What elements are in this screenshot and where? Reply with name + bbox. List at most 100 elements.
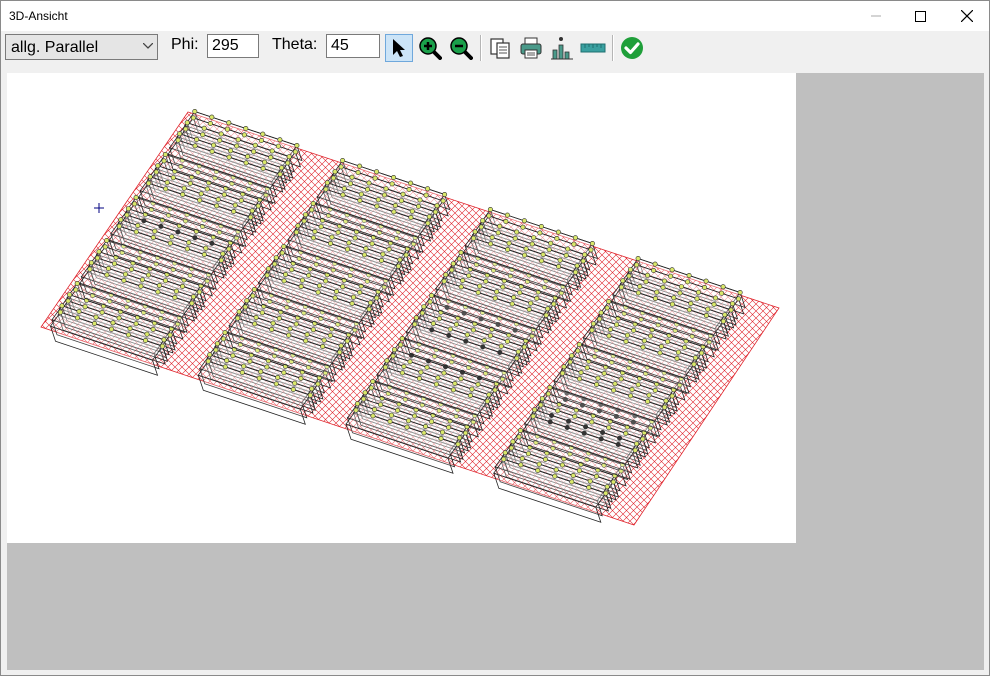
sensor-point xyxy=(57,309,63,315)
sensor-point xyxy=(532,407,538,413)
sensor-point xyxy=(565,246,571,252)
minimize-button[interactable] xyxy=(853,1,898,31)
sensor-point xyxy=(551,301,557,307)
sensor-point xyxy=(143,337,149,343)
sensor-point xyxy=(547,384,553,390)
sensor-point xyxy=(494,289,500,295)
sensor-point xyxy=(629,386,635,392)
sensor-point xyxy=(235,137,241,143)
sensor-point xyxy=(164,180,170,186)
sensor-point xyxy=(234,143,240,149)
sensor-point xyxy=(282,272,288,278)
close-button[interactable] xyxy=(944,1,989,31)
sensor-point xyxy=(594,381,600,387)
sensor-point xyxy=(534,295,540,301)
sensor-point xyxy=(251,287,257,293)
sensor-point xyxy=(184,246,190,252)
sensor-point xyxy=(190,294,196,300)
sensor-point xyxy=(230,353,236,359)
sensor-point xyxy=(205,358,211,364)
sensor-point xyxy=(521,344,527,350)
print-button[interactable] xyxy=(517,34,545,62)
workspace-area xyxy=(7,73,984,670)
sensor-point xyxy=(192,108,198,114)
toolbar-separator xyxy=(612,35,614,61)
sensor-point xyxy=(372,175,378,181)
sensor-point xyxy=(539,396,545,402)
sensor-point xyxy=(582,252,588,258)
sensor-point xyxy=(397,257,403,263)
sensor-point xyxy=(648,333,654,339)
sensor-point xyxy=(504,338,510,344)
sensor-point xyxy=(201,252,207,258)
3d-view-canvas[interactable] xyxy=(7,73,796,543)
ok-button[interactable] xyxy=(618,34,646,62)
sensor-point xyxy=(660,284,666,290)
sensor-point xyxy=(220,251,226,257)
sensor-point xyxy=(583,424,589,430)
sensor-point xyxy=(423,192,429,198)
sensor-point xyxy=(172,295,178,301)
sensor-point xyxy=(553,467,559,473)
sensor-point xyxy=(340,192,346,198)
sensor-point xyxy=(546,247,552,253)
sensor-point xyxy=(425,220,431,226)
sensor-point xyxy=(400,191,406,197)
sensor-point xyxy=(214,341,220,347)
sensor-point xyxy=(110,320,116,326)
sensor-point xyxy=(472,229,478,235)
sensor-point xyxy=(521,218,527,224)
sensor-point xyxy=(352,235,358,241)
sensor-point xyxy=(501,456,507,462)
sensor-point xyxy=(412,413,418,419)
projection-select-value: allg. Parallel xyxy=(11,39,99,56)
sensor-point xyxy=(105,266,111,272)
sensor-point xyxy=(299,277,305,283)
chevron-down-icon xyxy=(143,43,153,49)
sensor-point xyxy=(597,316,603,322)
sensor-point xyxy=(383,186,389,192)
sensor-point xyxy=(458,284,464,290)
zoom-out-button[interactable] xyxy=(447,34,475,62)
zoom-in-button[interactable] xyxy=(416,34,444,62)
sensor-point xyxy=(241,363,247,369)
window-title: 3D-Ansicht xyxy=(9,9,68,23)
sensor-point xyxy=(224,126,230,132)
maximize-button[interactable] xyxy=(898,1,943,31)
sensor-point xyxy=(250,293,256,299)
sensor-point xyxy=(589,419,595,425)
sensor-point xyxy=(197,197,203,203)
sensor-point xyxy=(503,219,509,225)
sensor-point xyxy=(367,300,373,306)
measure-button[interactable] xyxy=(579,34,607,62)
sensor-point xyxy=(183,126,189,132)
projection-select[interactable]: allg. Parallel xyxy=(5,34,158,60)
sensor-point xyxy=(126,332,132,338)
sensor-point xyxy=(545,391,551,397)
select-tool-button[interactable] xyxy=(385,34,413,62)
sensor-point xyxy=(703,313,709,319)
sensor-point xyxy=(652,261,658,267)
sensor-point xyxy=(677,290,683,296)
sensor-point xyxy=(384,358,390,364)
sensor-point xyxy=(76,309,82,315)
sensor-point xyxy=(557,257,563,263)
sensor-point xyxy=(469,386,475,392)
theta-input[interactable] xyxy=(326,34,380,58)
sensor-point xyxy=(669,301,675,307)
sensor-point xyxy=(555,229,561,235)
sensor-point xyxy=(327,241,333,247)
sensor-point xyxy=(209,114,215,120)
sensor-point xyxy=(152,228,158,234)
3d-scene[interactable] xyxy=(7,73,796,543)
chart-button[interactable] xyxy=(548,34,576,62)
sensor-point xyxy=(416,375,422,381)
phi-input[interactable] xyxy=(207,34,259,58)
copy-button[interactable] xyxy=(486,34,514,62)
sensor-point xyxy=(294,143,300,149)
sensor-point xyxy=(341,186,347,192)
sensor-point xyxy=(366,180,372,186)
sensor-point xyxy=(258,369,264,375)
sensor-point xyxy=(281,370,287,376)
minimize-icon xyxy=(870,15,881,17)
